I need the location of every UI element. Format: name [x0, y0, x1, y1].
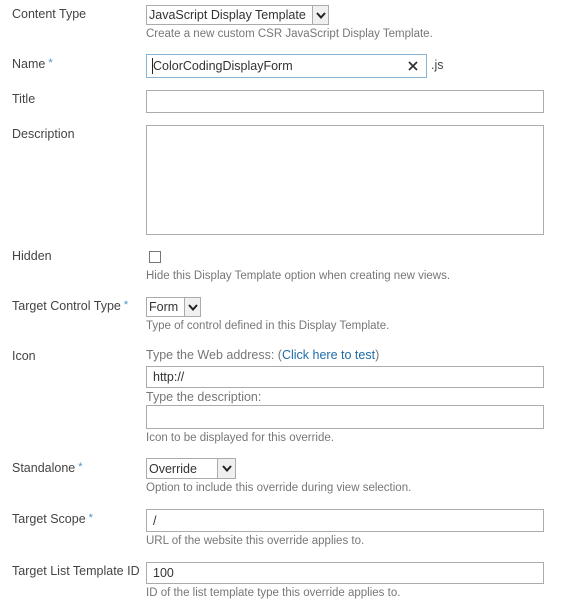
name-label-text: Name — [12, 57, 46, 71]
title-label: Title — [12, 92, 36, 106]
title-input[interactable] — [146, 90, 544, 113]
target-control-type-label-text: Target Control Type — [12, 299, 121, 313]
target-scope-label-text: Target Scope — [12, 512, 86, 526]
target-control-type-label: Target Control Type * — [12, 299, 128, 313]
icon-description-prompt: Type the description: — [146, 390, 262, 404]
target-scope-label: Target Scope * — [12, 512, 93, 526]
chevron-down-icon[interactable] — [217, 459, 235, 478]
clear-name-button[interactable] — [405, 57, 421, 75]
content-type-hint: Create a new custom CSR JavaScript Displ… — [146, 28, 433, 40]
icon-url-prompt-text: Type the Web address: — [146, 348, 278, 362]
target-list-template-id-hint: ID of the list template type this overri… — [146, 587, 401, 599]
icon-description-input[interactable] — [146, 405, 544, 429]
close-icon — [408, 61, 418, 71]
content-type-label-text: Content Type — [12, 7, 87, 21]
content-type-select[interactable]: JavaScript Display Template — [146, 5, 329, 25]
content-type-selected-value: JavaScript Display Template — [149, 8, 306, 22]
required-asterisk: * — [78, 461, 83, 473]
description-textarea[interactable] — [146, 125, 544, 235]
hidden-hint: Hide this Display Template option when c… — [146, 270, 451, 282]
hidden-label: Hidden — [12, 249, 52, 263]
target-control-type-hint: Type of control defined in this Display … — [146, 320, 390, 332]
standalone-select[interactable]: Override — [146, 458, 236, 479]
required-asterisk: * — [88, 512, 93, 524]
standalone-selected-value: Override — [149, 461, 197, 476]
icon-url-input[interactable] — [146, 366, 544, 388]
hidden-checkbox[interactable] — [149, 251, 161, 263]
paren-close: ) — [375, 348, 380, 362]
icon-hint: Icon to be displayed for this override. — [146, 432, 334, 444]
target-control-type-selected-value: Form — [149, 300, 179, 314]
target-scope-hint: URL of the website this override applies… — [146, 535, 365, 547]
target-scope-input[interactable] — [146, 509, 544, 532]
standalone-label-text: Standalone — [12, 461, 76, 475]
required-asterisk: * — [48, 57, 53, 69]
click-here-to-test-link[interactable]: Click here to test — [282, 348, 375, 362]
chevron-down-icon[interactable] — [184, 298, 200, 316]
icon-url-prompt: Type the Web address: (Click here to tes… — [146, 348, 379, 362]
standalone-label: Standalone * — [12, 461, 83, 475]
name-extension-suffix: .js — [431, 58, 444, 72]
target-list-template-id-input[interactable] — [146, 562, 544, 584]
required-asterisk: * — [123, 299, 129, 311]
icon-label: Icon — [12, 349, 36, 363]
standalone-hint: Option to include this override during v… — [146, 482, 412, 494]
chevron-down-icon[interactable] — [312, 6, 328, 24]
name-input-value: ColorCodingDisplayForm — [153, 59, 293, 73]
name-label: Name * — [12, 57, 53, 71]
content-type-label: Content Type — [12, 7, 86, 21]
target-list-template-id-label: Target List Template ID — [12, 564, 140, 578]
description-label: Description — [12, 127, 75, 141]
target-control-type-select[interactable]: Form — [146, 297, 201, 317]
